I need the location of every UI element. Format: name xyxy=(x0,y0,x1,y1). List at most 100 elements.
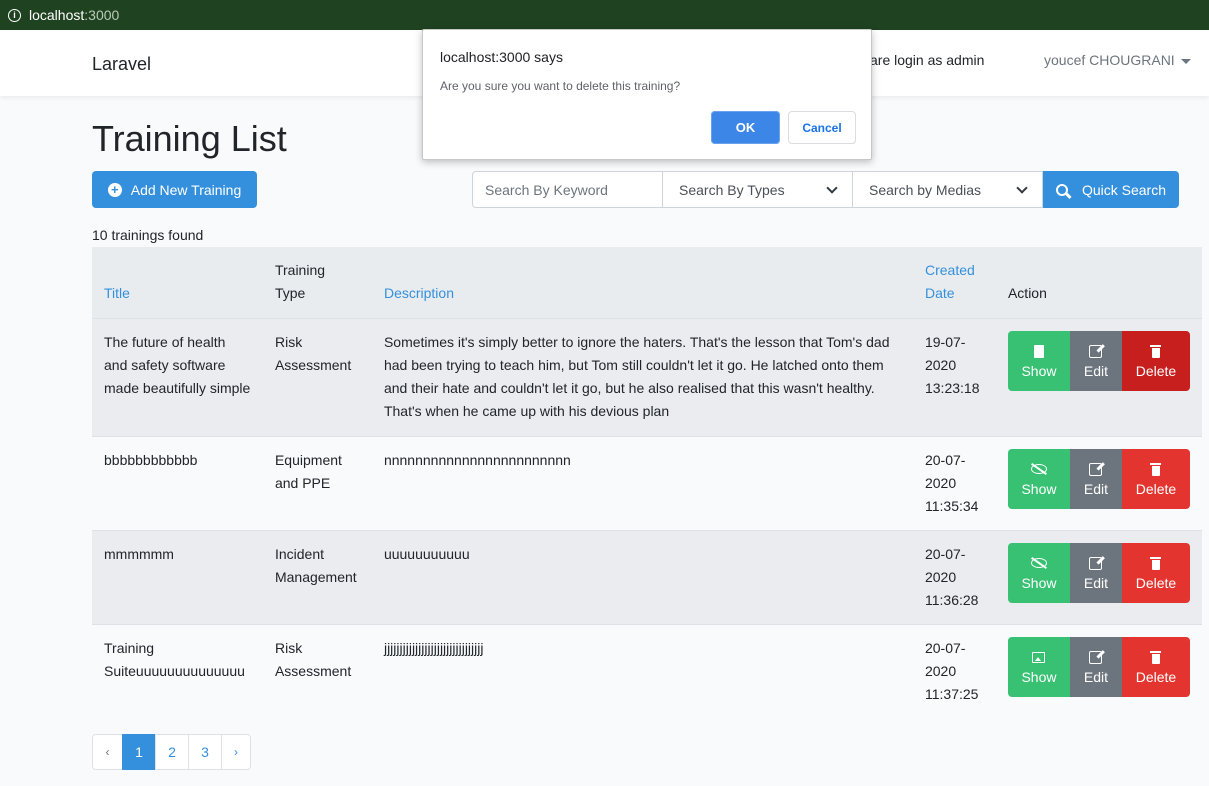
table-row: The future of health and safety software… xyxy=(92,318,1202,437)
date-line: 2020 xyxy=(924,475,957,491)
brand-link[interactable]: Laravel xyxy=(92,54,151,75)
show-label: Show xyxy=(1021,669,1057,685)
header-action: Action xyxy=(995,247,1202,319)
quick-search-button[interactable]: Quick Search xyxy=(1043,171,1179,208)
dialog-message: Are you sure you want to delete this tra… xyxy=(440,79,681,93)
cell-type: Equipment and PPE xyxy=(262,436,372,531)
edit-button[interactable]: Edit xyxy=(1069,449,1122,509)
types-select[interactable]: Search By Types xyxy=(663,171,853,208)
cell-description: nnnnnnnnnnnnnnnnnnnnnnnn xyxy=(371,436,913,531)
results-count: 10 trainings found xyxy=(92,227,204,243)
action-group: Show Edit Delete xyxy=(1007,331,1190,391)
cell-description: uuuuuuuuuuu xyxy=(371,530,913,625)
date-line: 2020 xyxy=(924,663,957,679)
cell-title: Training Suiteuuuuuuuuuuuuuu xyxy=(92,624,263,719)
url-host: localhost xyxy=(29,7,85,23)
delete-button[interactable]: Delete xyxy=(1121,449,1190,509)
table-row: Training Suiteuuuuuuuuuuuuuu Risk Assess… xyxy=(92,624,1202,719)
delete-label: Delete xyxy=(1135,481,1177,497)
header-created-date[interactable]: Created Date xyxy=(912,247,996,319)
header-created-line1: Created xyxy=(924,262,975,278)
chevron-down-icon xyxy=(1016,181,1028,194)
cell-title: mmmmmm xyxy=(92,530,263,625)
edit-icon xyxy=(1089,343,1103,359)
show-button[interactable]: Show xyxy=(1007,543,1070,603)
header-description-label: Description xyxy=(383,285,454,301)
pagination-prev[interactable]: ‹ xyxy=(92,734,123,770)
dialog-cancel-button[interactable]: Cancel xyxy=(788,111,856,144)
header-title[interactable]: Title xyxy=(92,247,263,319)
header-training-type: Training Type xyxy=(262,247,372,319)
show-label: Show xyxy=(1021,575,1057,591)
add-training-button[interactable]: + Add New Training xyxy=(92,171,257,208)
delete-label: Delete xyxy=(1135,575,1177,591)
date-line: 2020 xyxy=(924,357,957,373)
trash-icon xyxy=(1150,343,1162,359)
header-created-line2: Date xyxy=(924,285,955,301)
pagination-page-1[interactable]: 1 xyxy=(122,734,156,770)
info-icon[interactable]: i xyxy=(8,8,21,22)
edit-icon xyxy=(1089,555,1103,571)
table-row: mmmmmm Incident Management uuuuuuuuuuu 2… xyxy=(92,530,1202,625)
table-row: bbbbbbbbbbbb Equipment and PPE nnnnnnnnn… xyxy=(92,436,1202,531)
time-line: 11:37:25 xyxy=(924,686,979,702)
edit-icon xyxy=(1089,461,1103,477)
edit-button[interactable]: Edit xyxy=(1069,637,1122,697)
page-title: Training List xyxy=(92,118,287,159)
delete-button[interactable]: Delete xyxy=(1121,543,1190,603)
delete-button[interactable]: Delete xyxy=(1121,637,1190,697)
medias-select-value: Search by Medias xyxy=(869,181,982,198)
dialog-title: localhost:3000 says xyxy=(440,49,563,65)
plus-circle-icon: + xyxy=(107,182,122,197)
date-line: 20-07- xyxy=(924,452,966,468)
edit-button[interactable]: Edit xyxy=(1069,331,1122,391)
trash-icon xyxy=(1150,555,1162,571)
edit-label: Edit xyxy=(1083,481,1109,497)
edit-button[interactable]: Edit xyxy=(1069,543,1122,603)
keyword-search-input[interactable] xyxy=(472,171,663,208)
delete-label: Delete xyxy=(1135,363,1177,379)
pagination: ‹ 1 2 3 › xyxy=(92,734,251,770)
pagination-page-3[interactable]: 3 xyxy=(188,734,222,770)
show-button[interactable]: Show xyxy=(1007,331,1070,391)
pagination-page-2[interactable]: 2 xyxy=(155,734,189,770)
types-select-value: Search By Types xyxy=(679,181,785,198)
time-line: 11:35:34 xyxy=(924,498,979,514)
eye-slash-icon xyxy=(1030,555,1047,571)
action-group: Show Edit Delete xyxy=(1007,637,1190,697)
header-type-line1: Training xyxy=(274,262,326,278)
user-dropdown[interactable]: youcef CHOUGRANI xyxy=(1044,52,1191,68)
header-description[interactable]: Description xyxy=(371,247,913,319)
confirm-dialog: localhost:3000 says Are you sure you wan… xyxy=(422,29,872,160)
cell-actions: Show Edit Delete xyxy=(995,318,1202,437)
action-group: Show Edit Delete xyxy=(1007,449,1190,509)
login-message: are login as admin xyxy=(870,52,985,68)
show-button[interactable]: Show xyxy=(1007,449,1070,509)
trash-icon xyxy=(1150,461,1162,477)
header-type-line2: Type xyxy=(274,285,306,301)
image-icon xyxy=(1032,649,1046,665)
delete-button[interactable]: Delete xyxy=(1121,331,1190,391)
browser-address-bar[interactable]: i localhost:3000 xyxy=(0,0,1209,30)
dialog-ok-button[interactable]: OK xyxy=(711,111,780,144)
cell-created-date: 20-07- 2020 11:37:25 xyxy=(912,624,996,719)
edit-icon xyxy=(1089,649,1103,665)
url-port: :3000 xyxy=(84,7,120,23)
chevron-down-icon xyxy=(826,181,838,194)
cell-title: bbbbbbbbbbbb xyxy=(92,436,263,531)
cell-type: Risk Assessment xyxy=(262,318,372,437)
show-label: Show xyxy=(1021,363,1057,379)
medias-select[interactable]: Search by Medias xyxy=(853,171,1043,208)
cell-description: jjjjjjjjjjjjjjjjjjjjjjjjjjjjjjjj xyxy=(371,624,913,719)
time-line: 11:36:28 xyxy=(924,592,979,608)
cell-created-date: 20-07- 2020 11:35:34 xyxy=(912,436,996,531)
show-button[interactable]: Show xyxy=(1007,637,1070,697)
pagination-next[interactable]: › xyxy=(221,734,251,770)
cell-created-date: 20-07- 2020 11:36:28 xyxy=(912,530,996,625)
cell-actions: Show Edit Delete xyxy=(995,624,1202,719)
cell-description: Sometimes it's simply better to ignore t… xyxy=(371,318,913,437)
cell-type: Incident Management xyxy=(262,530,372,625)
search-icon xyxy=(1055,183,1068,196)
date-line: 2020 xyxy=(924,569,957,585)
cell-type: Risk Assessment xyxy=(262,624,372,719)
